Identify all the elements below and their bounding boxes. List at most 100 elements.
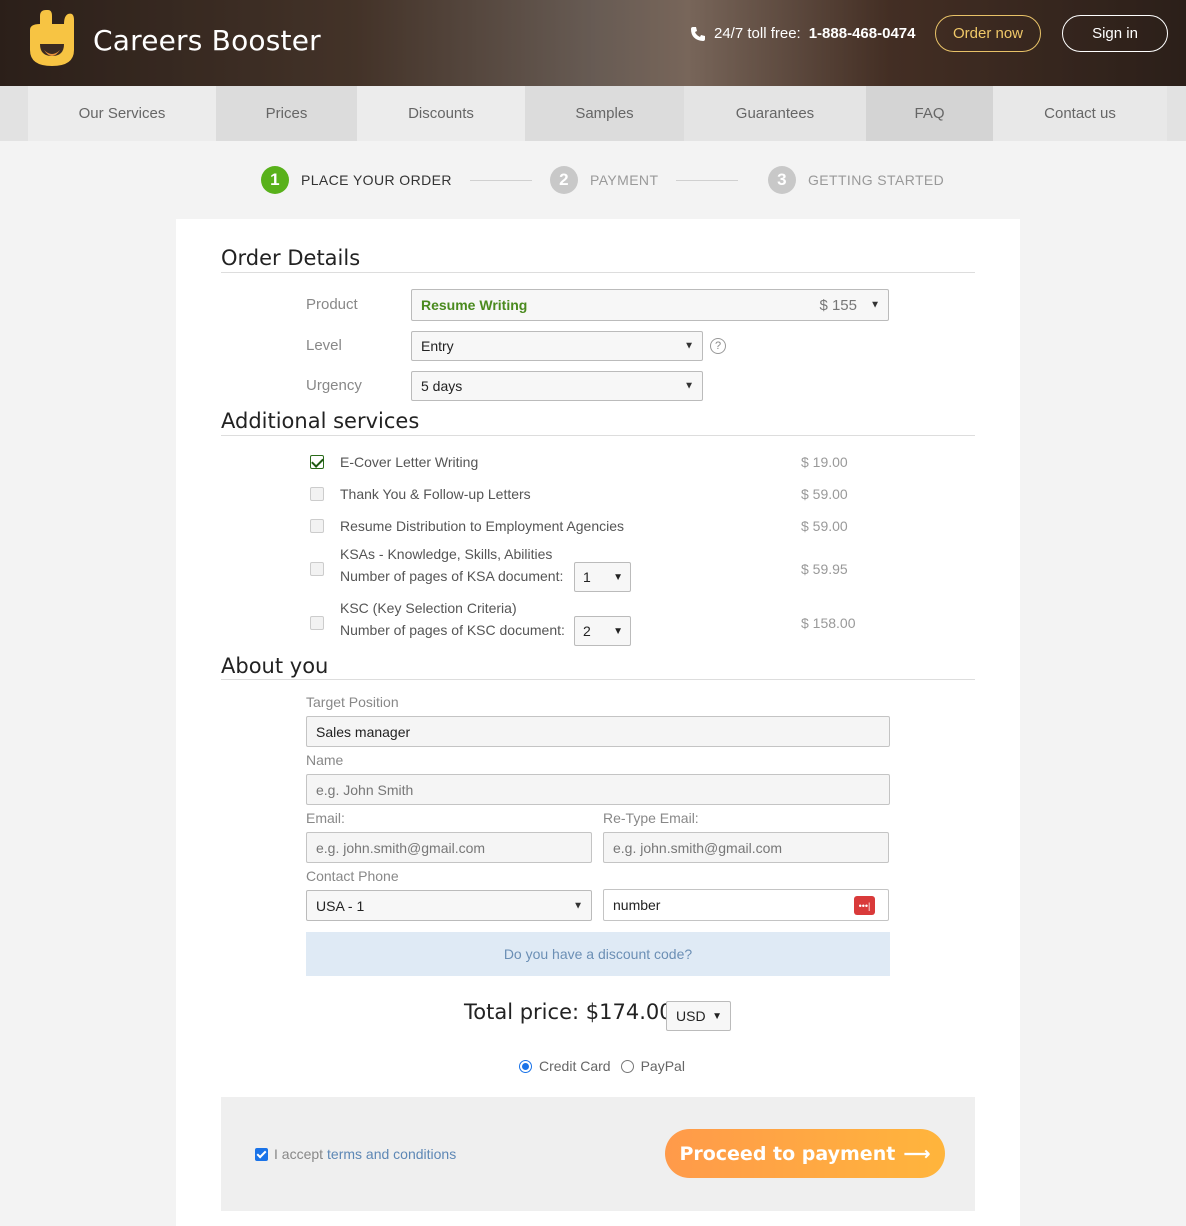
chevron-down-icon: ▼ [613, 571, 623, 583]
nav-prices[interactable]: Prices [216, 86, 357, 141]
email-label: Email: [306, 810, 345, 826]
step-place-order: 1 PLACE YOUR ORDER [261, 166, 452, 194]
addon-price: $ 19.00 [801, 454, 848, 470]
product-price: $ 155 [819, 296, 857, 314]
step-number-3: 3 [768, 166, 796, 194]
addon-label: E-Cover Letter Writing [340, 454, 479, 470]
section-divider [221, 272, 975, 273]
addon-price: $ 59.00 [801, 518, 848, 534]
addon-sublabel: Number of pages of KSA document: [340, 568, 564, 584]
step-divider [470, 180, 532, 181]
sign-in-button[interactable]: Sign in [1062, 15, 1168, 52]
addon-price: $ 158.00 [801, 615, 856, 631]
country-code-value: USA - 1 [316, 897, 365, 914]
urgency-label: Urgency [306, 377, 362, 394]
phone-contact: 24/7 toll free: 1-888-468-0474 [690, 25, 915, 42]
paypal-label[interactable]: PayPal [641, 1058, 685, 1074]
credit-card-label[interactable]: Credit Card [539, 1058, 611, 1074]
currency-value: USD [676, 1008, 706, 1024]
chevron-down-icon: ▼ [712, 1010, 722, 1022]
addon-checkbox[interactable] [310, 562, 324, 576]
terms-acceptance: I accept terms and conditions [255, 1146, 456, 1162]
phone-number-input[interactable]: number •••| [603, 889, 889, 921]
nav-guarantees[interactable]: Guarantees [684, 86, 866, 141]
name-placeholder: e.g. John Smith [316, 781, 414, 798]
target-position-value: Sales manager [316, 723, 411, 740]
addon-price: $ 59.95 [801, 561, 848, 577]
credit-card-radio[interactable] [519, 1059, 532, 1073]
urgency-select[interactable]: 5 days ▼ [411, 371, 703, 401]
ksc-pages-select[interactable]: 2 ▼ [574, 616, 631, 646]
phone-number-value: number [613, 897, 661, 913]
phone-number[interactable]: 1-888-468-0474 [809, 25, 916, 42]
chevron-down-icon: ▼ [870, 299, 880, 311]
addon-checkbox[interactable] [310, 616, 324, 630]
order-form-card: Order Details Product Resume Writing $ 1… [176, 219, 1020, 1226]
section-divider [221, 435, 975, 436]
target-position-input[interactable]: Sales manager [306, 716, 890, 747]
addon-label: Thank You & Follow-up Letters [340, 486, 531, 502]
chevron-down-icon: ▼ [573, 900, 583, 911]
total-label: Total price: [464, 1000, 580, 1024]
accept-label: I accept [274, 1146, 324, 1162]
level-value: Entry [421, 338, 454, 354]
help-icon[interactable]: ? [710, 338, 726, 354]
paypal-radio[interactable] [620, 1059, 634, 1073]
email-input[interactable]: e.g. john.smith@gmail.com [306, 832, 592, 863]
discount-code-toggle[interactable]: Do you have a discount code? [306, 932, 890, 976]
nav-samples[interactable]: Samples [525, 86, 684, 141]
arrow-right-icon: ⟶ [903, 1142, 931, 1165]
addon-checkbox[interactable] [310, 455, 324, 469]
step-divider [676, 180, 738, 181]
about-you-title: About you [221, 654, 329, 678]
step-getting-started: 3 GETTING STARTED [768, 166, 944, 194]
retype-email-input[interactable]: e.g. john.smith@gmail.com [603, 832, 889, 863]
password-manager-icon[interactable]: •••| [854, 896, 875, 915]
nav-contact-us[interactable]: Contact us [993, 86, 1167, 141]
nav-our-services[interactable]: Our Services [28, 86, 216, 141]
urgency-value: 5 days [421, 378, 463, 394]
step-number-1: 1 [261, 166, 289, 194]
phone-label: 24/7 toll free: [714, 25, 801, 42]
step-label-2: PAYMENT [590, 172, 659, 188]
addon-price: $ 59.00 [801, 486, 848, 502]
terms-link[interactable]: terms and conditions [327, 1146, 456, 1162]
careers-booster-logo-icon[interactable] [28, 10, 76, 66]
addon-checkbox[interactable] [310, 519, 324, 533]
addon-checkbox[interactable] [310, 487, 324, 501]
additional-services-title: Additional services [221, 409, 420, 433]
order-details-title: Order Details [221, 246, 361, 270]
section-divider [221, 679, 975, 680]
retype-email-label: Re-Type Email: [603, 810, 699, 826]
currency-select[interactable]: USD ▼ [666, 1001, 731, 1031]
addon-sublabel: Number of pages of KSC document: [340, 622, 565, 638]
total-price: Total price: $174.00 [464, 1000, 673, 1024]
step-payment: 2 PAYMENT [550, 166, 658, 194]
addon-label: Resume Distribution to Employment Agenci… [340, 518, 625, 534]
nav-discounts[interactable]: Discounts [357, 86, 525, 141]
chevron-down-icon: ▼ [684, 380, 694, 392]
order-progress-steps: 1 PLACE YOUR ORDER 2 PAYMENT 3 GETTING S… [0, 166, 1186, 196]
level-select[interactable]: Entry ▼ [411, 331, 703, 361]
total-value: $174.00 [585, 1000, 673, 1024]
retype-email-placeholder: e.g. john.smith@gmail.com [613, 839, 783, 856]
ksa-pages-select[interactable]: 1 ▼ [574, 562, 631, 592]
proceed-to-payment-button[interactable]: Proceed to payment ⟶ [665, 1129, 945, 1178]
order-now-button[interactable]: Order now [935, 15, 1041, 52]
target-position-label: Target Position [306, 694, 399, 710]
email-placeholder: e.g. john.smith@gmail.com [316, 839, 486, 856]
payment-method-options: Credit Card PayPal [519, 1058, 685, 1074]
name-input[interactable]: e.g. John Smith [306, 774, 890, 805]
product-value: Resume Writing [421, 297, 528, 313]
product-select[interactable]: Resume Writing $ 155 ▼ [411, 289, 889, 321]
country-code-select[interactable]: USA - 1 ▼ [306, 890, 592, 921]
site-header: Careers Booster 24/7 toll free: 1-888-46… [0, 0, 1186, 86]
step-label-3: GETTING STARTED [808, 172, 945, 188]
nav-faq[interactable]: FAQ [866, 86, 993, 141]
step-number-2: 2 [550, 166, 578, 194]
terms-checkbox[interactable] [255, 1147, 268, 1161]
ksa-pages-value: 1 [583, 569, 591, 585]
proceed-label: Proceed to payment [679, 1142, 896, 1165]
brand-name[interactable]: Careers Booster [93, 24, 321, 57]
addon-label: KSC (Key Selection Criteria) [340, 600, 517, 616]
